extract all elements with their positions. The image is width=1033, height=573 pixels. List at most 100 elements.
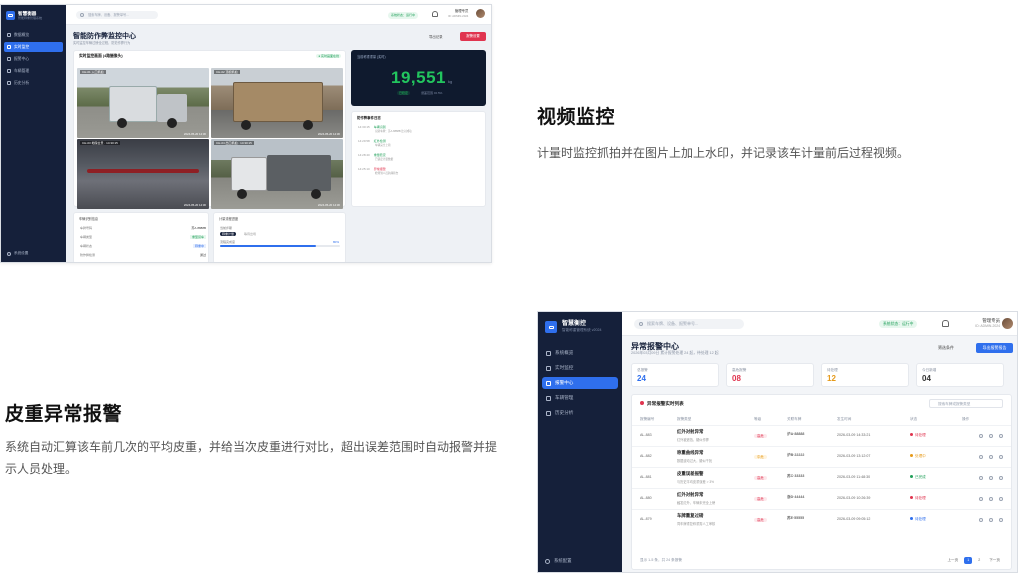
log-item: 14:25:10 异常报警 检测到人员跨越磅台 xyxy=(358,167,398,175)
avatar[interactable] xyxy=(1002,318,1013,329)
sidebar-footer[interactable]: 系统配置 xyxy=(545,558,572,564)
delete-icon[interactable] xyxy=(999,476,1003,480)
filter-button[interactable]: 筛选条件 xyxy=(938,345,954,351)
row-actions xyxy=(979,476,1003,480)
log-item: 14:28:40 重量稳定 已锁定计量数据 xyxy=(358,153,393,161)
sidebar-item-label: 实时监控 xyxy=(14,44,30,49)
export-report-button[interactable]: 导出报警报告 xyxy=(976,343,1013,353)
table-row[interactable]: AL-880 红外对射异常 触发红外，车辆未完全上磅 高危 浙D·44444 2026-0… xyxy=(632,488,1011,509)
alarm-id: AL-881 xyxy=(640,475,652,479)
stat-label: 待处理 xyxy=(827,368,838,372)
settings-label: 系统配置 xyxy=(554,558,572,563)
info-row: 防作弊检测 通过 xyxy=(80,253,206,257)
user-info[interactable]: 管理专员 ID: ADMIN-2024 xyxy=(964,318,1000,329)
info-value: 重型货车 xyxy=(189,235,206,239)
sidebar-item[interactable]: 车辆管理 xyxy=(542,392,618,404)
process-icon[interactable] xyxy=(989,434,993,438)
next-page-button[interactable]: 下一页 xyxy=(986,557,1003,564)
delete-icon[interactable] xyxy=(999,434,1003,438)
sidebar-item[interactable]: 实时监控 xyxy=(542,362,618,374)
table-search-input[interactable]: 搜索车牌或报警类型 xyxy=(929,399,1003,408)
info-key: 车牌号码 xyxy=(80,226,93,230)
delete-icon[interactable] xyxy=(999,518,1003,522)
page-button[interactable]: 2 xyxy=(975,557,983,564)
table-row[interactable]: AL-879 车牌重复过磅 同车牌重复称重需人工审核 高危 苏E·55555 2026-0… xyxy=(632,509,1011,530)
camera-feed[interactable]: CH-03 地磅全景 · 14:30:15 2024-05-20 14:30 xyxy=(77,139,209,209)
nav-icon xyxy=(7,45,11,49)
page-button[interactable]: 1 xyxy=(964,557,973,564)
delete-icon[interactable] xyxy=(999,455,1003,459)
view-icon[interactable] xyxy=(979,455,983,459)
brand-sub: 智能称重管理系统 v2024 xyxy=(562,328,602,332)
process-icon[interactable] xyxy=(989,455,993,459)
table-row[interactable]: AL-883 红外对射异常 红外被遮挡，疑似作弊 高危 沪A·88888 2026-03-… xyxy=(632,425,1011,446)
process-card: 计量流程进度 当前步骤 称重计量 等待出场 流程完成度 80% xyxy=(213,212,346,262)
sidebar-item[interactable]: 系统概览 xyxy=(542,347,618,359)
alarm-level: 高危 xyxy=(754,496,767,501)
info-row: 车辆类型 重型货车 xyxy=(80,235,206,239)
stable-chip: 已稳定 xyxy=(397,91,411,95)
view-icon[interactable] xyxy=(979,434,983,438)
process-icon[interactable] xyxy=(989,476,993,480)
sidebar-item-label: 数据概览 xyxy=(14,32,30,37)
camera-feed[interactable]: CH-04 出口抓拍 · 14:30:15 2024-05-20 14:30 xyxy=(211,139,343,209)
sidebar-item-label: 报警中心 xyxy=(555,380,574,385)
brand-name: 智慧衡控 xyxy=(562,321,587,327)
process-next: 等待出场 xyxy=(244,232,257,236)
table-row[interactable]: AL-881 皮重误差报警 与历史平均皮重误差 > 3% 高危 苏C·33333 2026… xyxy=(632,467,1011,488)
weight-unit: kg xyxy=(448,79,453,84)
sidebar-item[interactable]: 报警中心 xyxy=(4,54,63,64)
alarm-desc: 同车牌重复称重需人工审核 xyxy=(677,522,716,526)
camera-label: CH-03 地磅全景 · 14:30:15 xyxy=(80,141,120,145)
vehicle-info-title: 车辆识别信息 xyxy=(79,217,99,221)
plate-number: 沪B·22222 xyxy=(787,453,805,457)
info-row: 车辆状态 称重中 xyxy=(80,244,206,248)
delete-icon[interactable] xyxy=(999,497,1003,501)
sidebar-item[interactable]: 实时监控 xyxy=(4,42,63,52)
process-icon[interactable] xyxy=(989,497,993,501)
status-label: 待处理 xyxy=(910,517,926,522)
sidebar-item[interactable]: 车辆管理 xyxy=(4,66,63,76)
log-desc: 识别车牌：苏A·8888B 比对成功 xyxy=(375,130,412,133)
view-icon[interactable] xyxy=(979,518,983,522)
alarm-type: 红外对射异常 xyxy=(677,492,704,497)
view-icon[interactable] xyxy=(979,497,983,501)
sidebar-item-label: 车辆管理 xyxy=(555,395,574,400)
plate-number: 沪A·88888 xyxy=(787,432,805,436)
stat-card: 待处理 12 xyxy=(821,363,909,387)
alarm-table: 异常报警实时列表 搜索车牌或报警类型 报警编号 报警类型 等级 关联车牌 发生时间 状态 操… xyxy=(631,394,1012,570)
table-row[interactable]: AL-882 称重曲线异常 数据波动过大，疑似干扰 中危 沪B·22222 2026-03… xyxy=(632,446,1011,467)
sidebar-nav: 系统概览实时监控报警中心车辆管理历史分析 xyxy=(538,347,622,419)
bell-icon[interactable] xyxy=(432,11,438,17)
sidebar-footer[interactable]: 系统设置 xyxy=(7,251,28,256)
avatar[interactable] xyxy=(476,9,485,18)
sidebar-item[interactable]: 报警中心 xyxy=(542,377,618,389)
nav-icon xyxy=(546,380,551,386)
sidebar-item[interactable]: 历史分析 xyxy=(542,407,618,419)
sidebar-item[interactable]: 数据概览 xyxy=(4,30,63,40)
export-button[interactable]: 导出记录 xyxy=(429,34,443,39)
process-icon[interactable] xyxy=(989,518,993,522)
camera-feed[interactable]: CH-02 顶视抓拍 2024-05-20 14:30 xyxy=(211,68,343,138)
pagination-info: 显示 1-5 条，共 24 条报警 xyxy=(640,558,682,562)
info-key: 车辆类型 xyxy=(80,235,93,239)
plate-number: 浙D·44444 xyxy=(787,495,805,499)
nav-icon xyxy=(7,81,11,85)
search-input[interactable]: 搜索车牌、设备、报警单号... xyxy=(634,319,744,329)
camera-watermark: 2024-05-20 14:30 xyxy=(183,203,206,207)
bell-icon[interactable] xyxy=(942,320,949,327)
search-input[interactable]: 搜索车牌、设备、报警单号... xyxy=(76,11,158,19)
alarm-table-title: 异常报警实时列表 xyxy=(640,401,684,407)
prev-page-button[interactable]: 上一页 xyxy=(944,557,961,564)
alarm-level: 高危 xyxy=(754,433,767,438)
view-icon[interactable] xyxy=(979,476,983,480)
camera-watermark: 2024-05-20 14:30 xyxy=(317,203,340,207)
sidebar-item-label: 报警中心 xyxy=(14,56,30,61)
camera-feed[interactable]: CH-01 入口抓拍 2024-05-20 14:30 xyxy=(77,68,209,138)
user-role: ID: ADMIN-2024 xyxy=(448,13,469,18)
alarm-settings-button[interactable]: 报警设置 xyxy=(460,32,486,41)
sidebar-item[interactable]: 历史分析 xyxy=(4,78,63,88)
info-key: 防作弊检测 xyxy=(80,253,96,257)
user-info[interactable]: 管理专员 ID: ADMIN-2024 xyxy=(448,9,468,18)
level-badge: 中危 xyxy=(754,455,767,459)
